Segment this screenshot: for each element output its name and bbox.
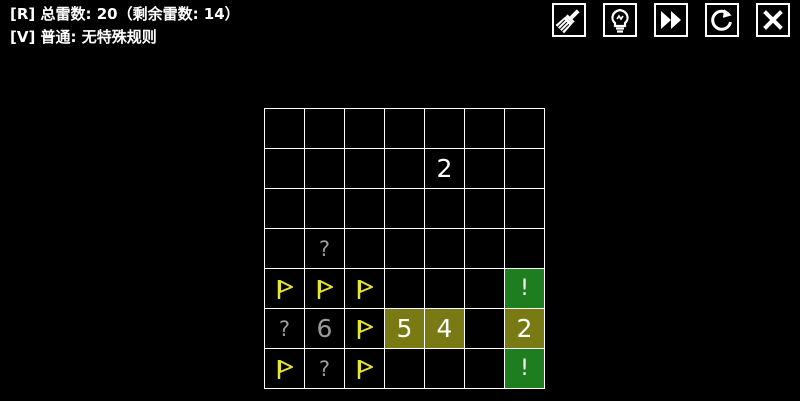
cell-hidden[interactable] bbox=[265, 109, 305, 149]
flag-icon bbox=[277, 279, 293, 299]
question-mark-label: ? bbox=[318, 236, 331, 261]
cell-hidden[interactable] bbox=[385, 189, 425, 229]
cell-hidden[interactable] bbox=[265, 149, 305, 189]
cell-number-label: 2 bbox=[516, 314, 533, 343]
cell-hidden[interactable] bbox=[465, 189, 505, 229]
flag-icon bbox=[277, 359, 293, 379]
cell-flagged[interactable] bbox=[265, 269, 305, 309]
cell-hidden[interactable] bbox=[505, 229, 545, 269]
cell-hidden[interactable] bbox=[305, 149, 345, 189]
cell-unknown[interactable]: ? bbox=[305, 229, 345, 269]
cell-hidden[interactable] bbox=[465, 309, 505, 349]
cell-number[interactable]: 2 bbox=[425, 149, 465, 189]
cell-number-highlighted[interactable]: 4 bbox=[425, 309, 465, 349]
cell-safe-hint[interactable]: ! bbox=[505, 269, 545, 309]
cell-hidden[interactable] bbox=[505, 189, 545, 229]
cell-unknown[interactable]: ? bbox=[305, 349, 345, 389]
cell-number-label: 4 bbox=[436, 314, 453, 343]
cell-hidden[interactable] bbox=[385, 349, 425, 389]
cell-hidden[interactable] bbox=[465, 229, 505, 269]
fast-forward-button[interactable] bbox=[654, 3, 688, 37]
cell-number-label: 6 bbox=[316, 314, 333, 343]
cell-flagged[interactable] bbox=[345, 349, 385, 389]
cell-hidden[interactable] bbox=[505, 109, 545, 149]
hint-button[interactable] bbox=[603, 3, 637, 37]
flag-icon bbox=[317, 279, 333, 299]
cell-number-highlighted[interactable]: 2 bbox=[505, 309, 545, 349]
rule-label: [V] 普通: 无特殊规则 bbox=[10, 28, 157, 46]
lightbulb-icon bbox=[611, 8, 629, 33]
cell-hidden[interactable] bbox=[425, 229, 465, 269]
cell-hidden[interactable] bbox=[385, 149, 425, 189]
cell-flagged[interactable] bbox=[345, 309, 385, 349]
restart-button[interactable] bbox=[705, 3, 739, 37]
cell-hidden[interactable] bbox=[265, 229, 305, 269]
flag-icon bbox=[357, 359, 373, 379]
cell-number-dim[interactable]: 6 bbox=[305, 309, 345, 349]
flag-icon bbox=[357, 319, 373, 339]
question-mark-label: ? bbox=[318, 356, 331, 381]
cell-hidden[interactable] bbox=[425, 109, 465, 149]
cell-hidden[interactable] bbox=[305, 189, 345, 229]
cell-safe-hint[interactable]: ! bbox=[505, 349, 545, 389]
cell-unknown[interactable]: ? bbox=[265, 309, 305, 349]
cell-hidden[interactable] bbox=[425, 269, 465, 309]
cell-hidden[interactable] bbox=[345, 189, 385, 229]
brush-icon bbox=[555, 9, 580, 34]
cell-hidden[interactable] bbox=[505, 149, 545, 189]
minesweeper-board: 2?!? 6 5 4 2?! bbox=[264, 108, 545, 389]
mine-count-label: [R] 总雷数: 20（剩余雷数: 14） bbox=[10, 5, 240, 23]
cell-hidden[interactable] bbox=[345, 109, 385, 149]
close-icon bbox=[763, 10, 783, 30]
question-mark-label: ? bbox=[278, 316, 291, 341]
cell-flagged[interactable] bbox=[305, 269, 345, 309]
exclamation-label: ! bbox=[520, 356, 529, 381]
fast-forward-icon bbox=[661, 11, 681, 29]
cell-number-label: 5 bbox=[396, 314, 413, 343]
cell-hidden[interactable] bbox=[425, 189, 465, 229]
cell-hidden[interactable] bbox=[465, 109, 505, 149]
close-button[interactable] bbox=[756, 3, 790, 37]
cell-hidden[interactable] bbox=[385, 229, 425, 269]
exclamation-label: ! bbox=[520, 276, 529, 301]
cell-number-label: 2 bbox=[436, 154, 453, 183]
restart-icon bbox=[711, 9, 732, 31]
cell-hidden[interactable] bbox=[305, 109, 345, 149]
cell-hidden[interactable] bbox=[385, 109, 425, 149]
cell-hidden[interactable] bbox=[425, 349, 465, 389]
cell-hidden[interactable] bbox=[465, 349, 505, 389]
brush-button[interactable] bbox=[552, 3, 586, 37]
toolbar bbox=[552, 3, 790, 37]
cell-hidden[interactable] bbox=[265, 189, 305, 229]
cell-hidden[interactable] bbox=[345, 229, 385, 269]
flag-icon bbox=[357, 279, 373, 299]
cell-hidden[interactable] bbox=[465, 149, 505, 189]
cell-hidden[interactable] bbox=[385, 269, 425, 309]
cell-hidden[interactable] bbox=[465, 269, 505, 309]
cell-hidden[interactable] bbox=[345, 149, 385, 189]
cell-flagged[interactable] bbox=[345, 269, 385, 309]
cell-flagged[interactable] bbox=[265, 349, 305, 389]
game-info: [R] 总雷数: 20（剩余雷数: 14） [V] 普通: 无特殊规则 bbox=[10, 3, 240, 49]
cell-number-highlighted[interactable]: 5 bbox=[385, 309, 425, 349]
